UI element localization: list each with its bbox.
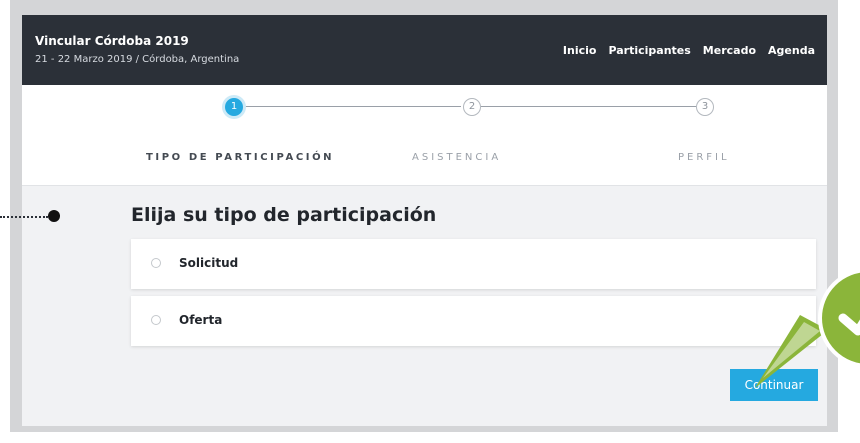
- callout-bubble: [755, 268, 860, 388]
